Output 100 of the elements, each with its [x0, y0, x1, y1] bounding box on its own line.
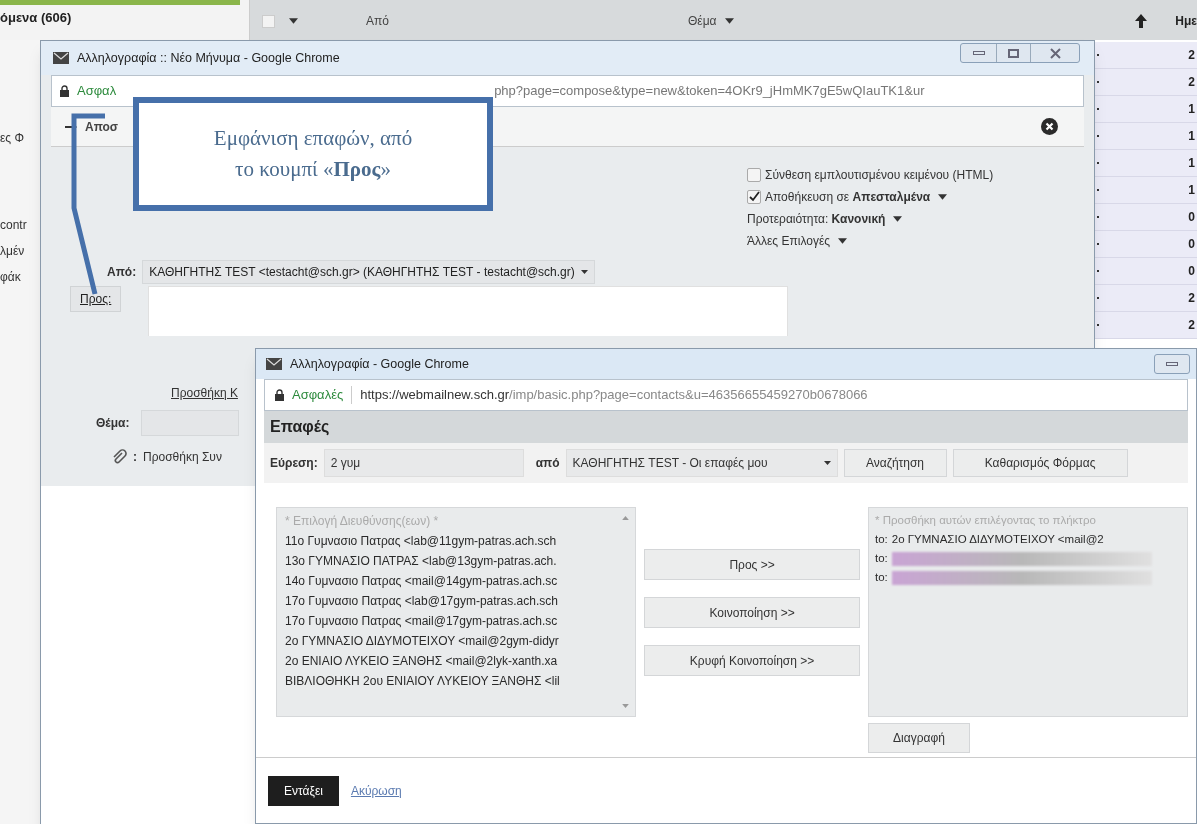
- message-row[interactable]: 2: [1095, 69, 1197, 96]
- window-title: Αλληλογραφία - Google Chrome: [290, 355, 469, 373]
- callout-text: Εμφάνιση επαφών, από: [213, 128, 413, 149]
- url-text: php?page=compose&type=new&token=4OKr9_jHmMK7gE5wQIauTK1&ur: [494, 82, 925, 101]
- message-row[interactable]: 1: [1095, 123, 1197, 150]
- list-header: * Προσθήκη αυτών επιλέγοντας το πλήκτρο: [875, 513, 1097, 528]
- column-header[interactable]: Θέμα: [688, 12, 734, 30]
- message-row[interactable]: 1: [1095, 150, 1197, 177]
- add-recipient-button[interactable]: Προς >>: [644, 549, 860, 580]
- checkbox[interactable]: [747, 189, 761, 204]
- delete-button[interactable]: Διαγραφή: [868, 723, 970, 753]
- envelope-icon: [266, 358, 282, 370]
- minimize-button[interactable]: [1154, 354, 1190, 374]
- sidebar-item[interactable]: φάκ: [0, 271, 40, 283]
- address-option[interactable]: ΒΙΒΛΙΟΘΗΚΗ 2ου ΕΝΙΑΙΟΥ ΛΥΚΕΙΟΥ ΞΑΝΘΗΣ <lil: [285, 671, 636, 691]
- window-title: Αλληλογραφία :: Νέο Μήνυμα - Google Chrome: [77, 49, 340, 67]
- message-row[interactable]: 1: [1095, 96, 1197, 123]
- add-recipient-button[interactable]: Κρυφή Κοινοποίηση >>: [644, 645, 860, 676]
- paperclip-icon: [111, 449, 127, 465]
- message-row[interactable]: 2: [1095, 285, 1197, 312]
- date-cell-text: 2: [1188, 317, 1195, 334]
- dropdown-caret-icon: [893, 215, 903, 222]
- clear-form-button[interactable]: Καθαρισμός Φόρμας: [952, 449, 1128, 477]
- search-field[interactable]: 2 γυμ: [323, 449, 524, 477]
- subject-label: Θέμα:: [96, 415, 130, 432]
- security-label: Ασφαλ: [77, 82, 117, 101]
- sidebar-item[interactable]: ες Φ: [0, 132, 40, 144]
- address-option[interactable]: 2ο ΓΥΜΝΑΣΙΟ ΔΙΔΥΜΟΤΕΙΧΟΥ <mail@2gym-didyr: [285, 631, 636, 651]
- option-label[interactable]: Προτεραιότητα: Κανονική: [747, 209, 903, 228]
- sidebar-item[interactable]: contr: [0, 219, 40, 231]
- date-cell-text: 2: [1188, 47, 1195, 64]
- add-cc-link[interactable]: Προσθήκη Κ: [171, 384, 238, 402]
- from-select[interactable]: ΚΑΘΗΓΗΤΗΣ TEST <testacht@sch.gr> (ΚΑΘΗΓΗΤΗΣ TEST - testacht@sch.gr): [142, 260, 595, 284]
- select-caret-icon: [823, 460, 831, 466]
- recipient-prefix: to:: [875, 532, 888, 547]
- sort-arrow-up-icon[interactable]: [1135, 14, 1148, 28]
- message-row[interactable]: 1: [1095, 177, 1197, 204]
- source-label: από: [535, 455, 560, 472]
- date-cell-text: 1: [1188, 101, 1195, 118]
- checkbox[interactable]: [747, 167, 761, 182]
- attach-link[interactable]: Προσθήκη Συν: [143, 448, 222, 466]
- date-cell-text: 2: [1188, 290, 1195, 307]
- option-label[interactable]: Σύνθεση εμπλουτισμένου κειμένου (HTML): [765, 165, 994, 184]
- date-cell-text: 0: [1188, 263, 1195, 280]
- message-row[interactable]: 2: [1095, 42, 1197, 69]
- search-button[interactable]: Αναζήτηση: [843, 449, 947, 477]
- page-heading: Επαφές: [270, 417, 330, 437]
- recipient-prefix: to:: [875, 551, 888, 566]
- folder-title: όμενα (606): [0, 11, 73, 24]
- select-all-checkbox[interactable]: [262, 14, 275, 28]
- message-row[interactable]: 0: [1095, 231, 1197, 258]
- address-option[interactable]: 17ο Γυμνασιο Πατρας <lab@17gym-patras.ach.sch: [285, 591, 636, 611]
- close-icon: [1049, 47, 1061, 59]
- scroll-up-icon[interactable]: [622, 516, 630, 520]
- date-cell-text: 0: [1188, 236, 1195, 253]
- date-cell-text: 2: [1188, 74, 1195, 91]
- url-text: https://webmailnew.sch.gr/imp/basic.php?page=contacts&u=46356655459270b0678066: [360, 386, 868, 405]
- from-label: Από:: [107, 264, 137, 281]
- dropdown-caret-icon: [938, 193, 948, 200]
- recipient-list[interactable]: * Προσθήκη αυτών επιλέγοντας το πλήκτρο to: 2ο ΓΥΜΝΑΣΙΟ ΔΙΔΥΜΟΤΕΙΧΟΥ <mail@2 to: to:: [868, 507, 1188, 717]
- address-option[interactable]: 17ο Γυμνασιο Πατρας <mail@17gym-patras.ach.sc: [285, 611, 636, 631]
- date-cell-text: 0: [1188, 209, 1195, 226]
- select-caret-icon: [580, 269, 588, 275]
- message-row[interactable]: 0: [1095, 258, 1197, 285]
- date-cell-text: 1: [1188, 182, 1195, 199]
- envelope-icon: [53, 52, 69, 64]
- select-menu-caret-icon: [289, 18, 298, 24]
- address-option[interactable]: 14ο Γυμνασιο Πατρας <mail@14gym-patras.ach.sc: [285, 571, 636, 591]
- add-recipient-button[interactable]: Κοινοποίηση >>: [644, 597, 860, 628]
- attach-separator: :: [133, 449, 137, 466]
- column-header[interactable]: Από: [366, 12, 688, 30]
- lock-icon: [60, 85, 69, 97]
- source-select[interactable]: ΚΑΘΗΓΗΤΗΣ TEST - Οι επαφές μου: [565, 449, 838, 477]
- address-option[interactable]: 11ο Γυμνασιο Πατρας <lab@11gym-patras.ach.sch: [285, 531, 636, 551]
- sidebar-item[interactable]: λμέν: [0, 245, 40, 257]
- date-cell-text: 1: [1188, 128, 1195, 145]
- lock-icon: [275, 389, 284, 401]
- callout-text: το κουμπί «Προς»: [235, 159, 391, 180]
- message-row[interactable]: 2: [1095, 312, 1197, 339]
- dropdown-caret-icon: [838, 237, 848, 244]
- address-list[interactable]: [276, 507, 637, 717]
- option-label[interactable]: Άλλες Επιλογές: [747, 231, 848, 250]
- security-label: Ασφαλές: [292, 386, 344, 405]
- date-cell-text: 1: [1188, 155, 1195, 172]
- close-icon[interactable]: [1041, 118, 1058, 135]
- option-label[interactable]: Αποθήκευση σε Απεσταλμένα: [765, 187, 948, 206]
- to-field[interactable]: [148, 286, 789, 336]
- recipient-prefix: to:: [875, 570, 888, 585]
- ok-button[interactable]: Εντάξει: [268, 776, 339, 806]
- cancel-link[interactable]: Ακύρωση: [350, 782, 402, 800]
- address-option[interactable]: 2ο ΕΝΙΑΙΟ ΛΥΚΕΙΟ ΞΑΝΘΗΣ <mail@2lyk-xanth.xa: [285, 651, 636, 671]
- toolbar-label: Αποσ: [85, 118, 119, 136]
- recipient-entry[interactable]: 2ο ΓΥΜΝΑΣΙΟ ΔΙΔΥΜΟΤΕΙΧΟΥ <mail@2: [891, 530, 1104, 549]
- scroll-down-icon[interactable]: [622, 704, 630, 708]
- message-row[interactable]: 0: [1095, 204, 1197, 231]
- column-header[interactable]: Ημε: [1175, 12, 1197, 30]
- address-option[interactable]: 13ο ΓΥΜΝΑΣΙΟ ΠΑΤΡΑΣ <lab@13gym-patras.ach.: [285, 551, 636, 571]
- to-button[interactable]: Προς:: [70, 286, 122, 312]
- column-menu-caret-icon: [724, 18, 734, 24]
- search-label: Εύρεση:: [270, 455, 318, 472]
